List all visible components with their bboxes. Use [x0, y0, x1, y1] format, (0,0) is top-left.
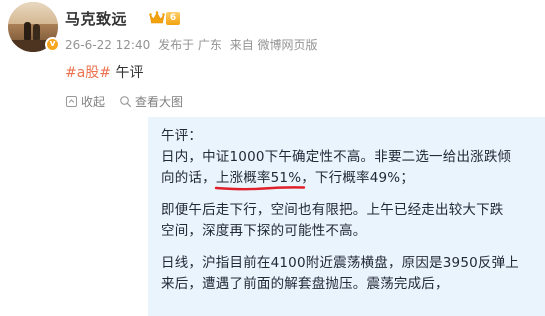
post-text: #a股# 午评 [65, 62, 144, 82]
avatar-sky [8, 2, 58, 24]
collapse-icon [66, 96, 77, 107]
image-text-segment: 向的话， [161, 170, 216, 186]
post-meta: 26-6-22 12:40 发布于 广东 来自 微博网页版 [65, 36, 322, 53]
image-line: 即便午后走下行，空间也有限把。上午已经走出较大下跌 [161, 202, 504, 218]
post-body: 午评 [115, 65, 144, 81]
crown-icon [149, 11, 165, 24]
view-large-label: 查看大图 [135, 95, 184, 109]
collapse-button[interactable]: 收起 [65, 93, 105, 110]
avatar[interactable]: v [8, 2, 60, 52]
post-image[interactable]: 午评： 日内，中证1000下午确定性不高。非要二选一给出涨跌倾 向的话，上涨概率… [148, 117, 545, 316]
red-underline-mark [214, 186, 306, 191]
image-actions: 收起 查看大图 [65, 93, 197, 110]
image-paragraph: 即便午后走下行，空间也有限把。上午已经走出较大下跌 空间，深度再下探的可能性不高… [161, 200, 545, 242]
highlighted-probability: 上涨概率51% [214, 168, 306, 191]
image-paragraph: 日线，沪指目前在4100附近震荡横盘，原因是3950反弹上 来后，遭遇了前面的解… [161, 253, 545, 295]
image-line: 来后，遭遇了前面的解套盘抛压。震荡完成后， [161, 276, 449, 292]
username[interactable]: 马克致远 [65, 8, 127, 29]
post-time[interactable]: 26-6-22 12:40 [65, 38, 150, 52]
member-level-badge: 6 [166, 11, 180, 25]
avatar-figure [33, 24, 40, 40]
topic-link[interactable]: #a股# [65, 65, 111, 81]
image-line: 空间，深度再下探的可能性不高。 [161, 223, 367, 239]
image-line: 向的话，上涨概率51% ，下行概率49%； [161, 168, 545, 191]
avatar-figure [24, 22, 31, 40]
image-line: 日线，沪指目前在4100附近震荡横盘，原因是3950反弹上 [161, 255, 520, 271]
collapse-label: 收起 [81, 95, 106, 109]
magnify-icon [120, 96, 132, 108]
verified-badge-icon: v [45, 37, 60, 52]
image-text-segment: ，下行概率49%； [301, 170, 415, 186]
image-text-content: 午评： 日内，中证1000下午确定性不高。非要二选一给出涨跌倾 向的话，上涨概率… [161, 126, 545, 306]
member-badge[interactable]: 6 [149, 10, 180, 26]
post-location: 发布于 广东 [158, 38, 222, 52]
view-large-image-button[interactable]: 查看大图 [119, 93, 183, 110]
image-paragraph: 午评： 日内，中证1000下午确定性不高。非要二选一给出涨跌倾 向的话，上涨概率… [161, 126, 545, 191]
image-heading: 午评： [161, 128, 203, 144]
image-line: 日内，中证1000下午确定性不高。非要二选一给出涨跌倾 [161, 149, 512, 165]
post-source: 来自 微博网页版 [229, 38, 318, 52]
